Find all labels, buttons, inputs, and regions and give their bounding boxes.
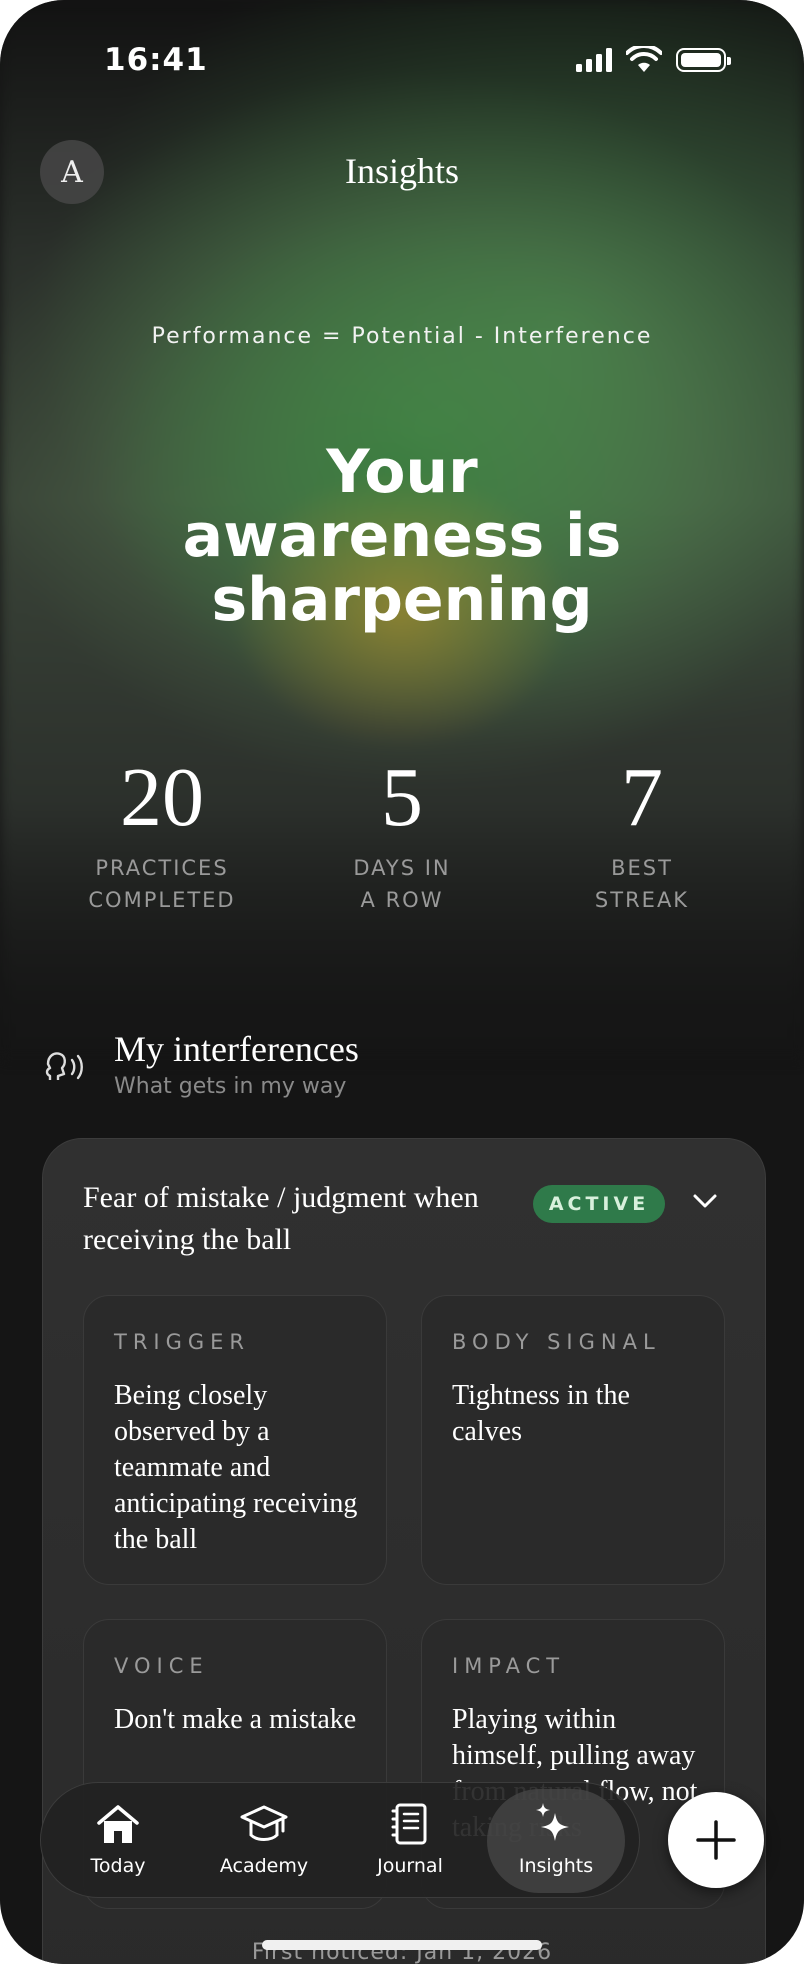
signal-icon	[576, 48, 612, 72]
tab-label: Academy	[219, 1855, 309, 1877]
plus-icon	[696, 1820, 736, 1860]
headline-line: Your	[326, 437, 478, 507]
tab-today[interactable]: Today	[53, 1783, 183, 1899]
tab-label: Journal	[377, 1855, 443, 1877]
stat-value: 5	[381, 751, 423, 844]
interference-title: Fear of mistake / judgment when receivin…	[83, 1181, 479, 1256]
stat-label-line: DAYS IN	[353, 856, 451, 880]
page-title: Insights	[344, 151, 459, 191]
stat-label-line: BEST	[611, 856, 673, 880]
tab-journal[interactable]: Journal	[345, 1783, 475, 1899]
section-subtitle: What gets in my way	[114, 1074, 347, 1099]
tab-bar: Today Academy Journal Insights	[40, 1782, 640, 1898]
graduation-cap-icon	[240, 1805, 288, 1841]
tile-label: VOICE	[114, 1654, 209, 1678]
tab-insights[interactable]: Insights	[487, 1783, 625, 1899]
journal-icon	[391, 1803, 427, 1845]
tile-value: Don't make a mistake	[114, 1704, 357, 1735]
add-button[interactable]	[668, 1792, 764, 1888]
stat-label: DAYS IN A ROW	[282, 852, 522, 916]
stat-label-line: STREAK	[594, 888, 690, 912]
tab-academy[interactable]: Academy	[199, 1783, 329, 1899]
headline-line: sharpening	[211, 565, 593, 635]
tab-label: Insights	[518, 1855, 594, 1877]
status-badge: ACTIVE	[533, 1185, 665, 1223]
section-title: My interferences	[114, 1029, 359, 1069]
tile-label: BODY SIGNAL	[452, 1330, 661, 1354]
status-time: 16:41	[104, 42, 208, 78]
stat-label-line: A ROW	[360, 888, 444, 912]
stat-label: PRACTICES COMPLETED	[42, 852, 282, 916]
speaking-head-icon	[45, 1052, 83, 1080]
stat-label: BEST STREAK	[522, 852, 762, 916]
home-indicator	[262, 1940, 542, 1950]
stat-days-in-a-row: 5 DAYS IN A ROW	[282, 750, 522, 916]
stat-practices-completed: 20 PRACTICES COMPLETED	[42, 750, 282, 916]
tab-label: Today	[90, 1855, 146, 1877]
stat-value: 20	[120, 751, 204, 844]
stat-label-line: COMPLETED	[88, 888, 236, 912]
status-bar: 16:41	[0, 0, 804, 120]
battery-icon	[676, 48, 731, 72]
stats-row: 20 PRACTICES COMPLETED 5 DAYS IN A ROW 7…	[0, 750, 804, 930]
stat-value: 7	[621, 751, 663, 844]
performance-formula: Performance = Potential - Interference	[151, 324, 653, 349]
tile-label: IMPACT	[452, 1654, 566, 1678]
tile-value: Tightness in the calves	[452, 1380, 630, 1447]
chevron-down-icon[interactable]	[691, 1191, 719, 1211]
trigger-tile: TRIGGER Being closely observed by a team…	[83, 1295, 387, 1585]
tile-label: TRIGGER	[114, 1330, 251, 1354]
body-signal-tile: BODY SIGNAL Tightness in the calves	[421, 1295, 725, 1585]
home-icon	[97, 1805, 139, 1843]
tile-value: Being closely observed by a teammate and…	[114, 1380, 358, 1555]
sparkles-icon	[536, 1803, 569, 1841]
hero-headline: Your awareness is sharpening	[0, 440, 804, 632]
phone-screen: 16:41 A Insights Performance = Potential…	[0, 0, 804, 1964]
wifi-icon	[626, 46, 662, 72]
stat-best-streak: 7 BEST STREAK	[522, 750, 762, 916]
headline-line: awareness is	[182, 501, 622, 571]
stat-label-line: PRACTICES	[95, 856, 229, 880]
